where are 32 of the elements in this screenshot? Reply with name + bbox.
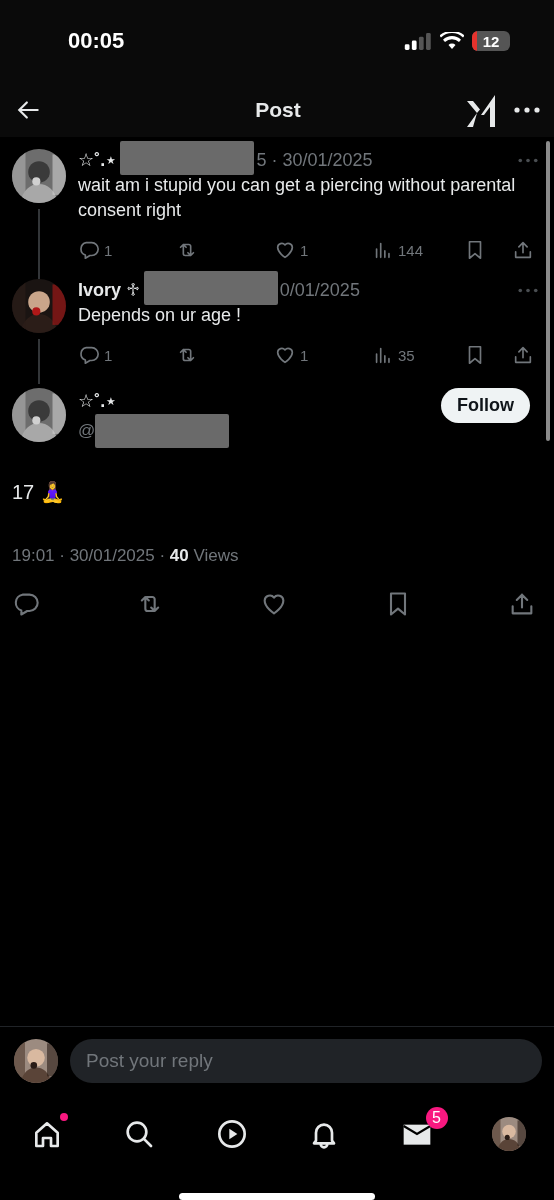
more-options-icon[interactable]	[514, 106, 540, 113]
thread-line	[38, 209, 40, 279]
clock-time: 00:05	[68, 28, 125, 54]
share-icon[interactable]	[512, 239, 534, 261]
comment-icon[interactable]	[78, 344, 100, 366]
user-name[interactable]: Ivory ♱	[78, 279, 140, 301]
wifi-icon	[440, 32, 464, 50]
user-name[interactable]: ☆˚.⋆	[78, 390, 429, 412]
action-count: 1	[104, 346, 113, 364]
comment-icon[interactable]	[78, 239, 100, 261]
reply-field[interactable]: Post your reply	[70, 1039, 542, 1083]
post-date: 5 · 30/01/2025	[256, 149, 373, 171]
action-count: 144	[398, 241, 424, 259]
action-count: 1	[300, 346, 309, 364]
play-icon[interactable]	[215, 1118, 248, 1150]
reply-text: wait am i stupid you can get a piercing without parental consent right	[78, 174, 517, 222]
user-handle: @	[78, 421, 96, 441]
page-title: Post	[255, 97, 301, 122]
post-date: 0/01/2025	[279, 279, 360, 301]
signal-icon	[404, 32, 432, 50]
post-text: 17 🧘‍♀	[11, 480, 66, 504]
unread-badge: 5	[425, 1107, 448, 1129]
user-name[interactable]: ☆˚.⋆	[78, 149, 117, 171]
post-metadata: 19:01 · 30/01/2025 · 40 Views	[11, 545, 240, 566]
action-count: 1	[300, 241, 309, 259]
action-count: 1	[104, 241, 113, 259]
reply-text: Depends on ur age !	[78, 304, 243, 327]
action-count: 35	[398, 346, 415, 364]
follow-button[interactable]: Follow	[441, 388, 530, 423]
share-icon[interactable]	[512, 344, 534, 366]
thread-line	[38, 339, 40, 384]
battery-indicator: 12	[472, 31, 510, 51]
